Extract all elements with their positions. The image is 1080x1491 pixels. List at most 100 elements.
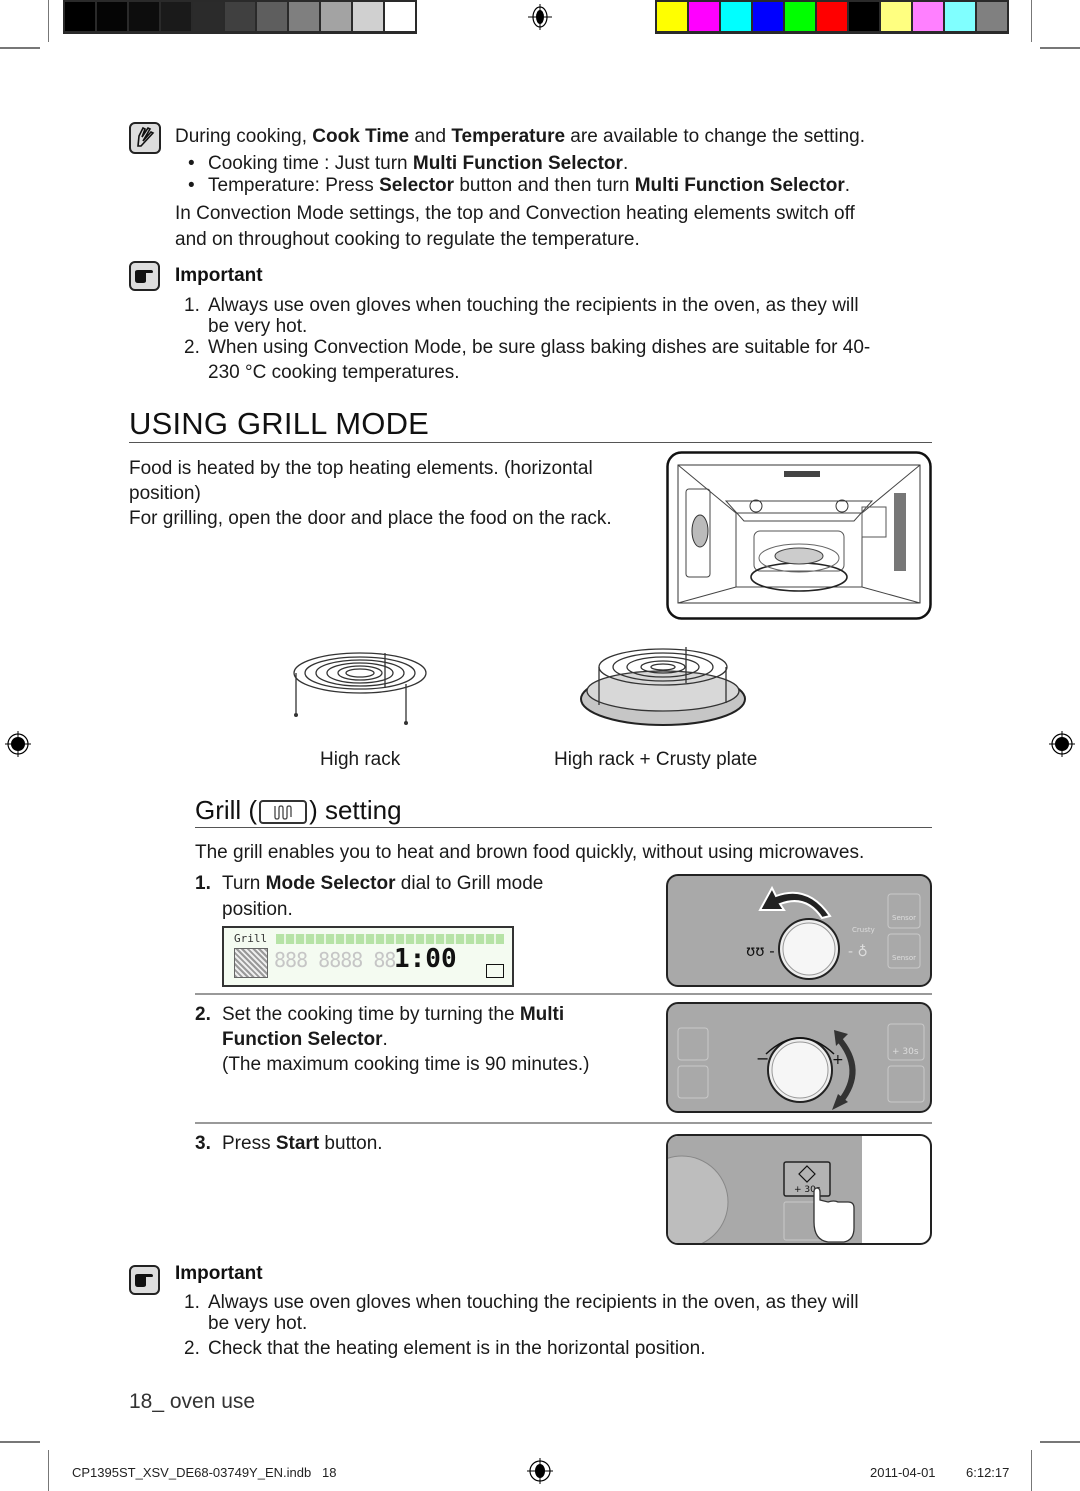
- grayscale-swatch: [385, 2, 415, 31]
- color-swatch: [817, 2, 847, 31]
- important-label: Important: [175, 1263, 263, 1284]
- list-item-line: be very hot.: [208, 1313, 308, 1334]
- lcd-inactive-digits: 888 8888 88: [274, 948, 396, 972]
- lcd-display: Grill 888 8888 88 1:00: [222, 926, 514, 987]
- rack-caption: High rack: [320, 749, 401, 770]
- sensor-label: Sensor: [892, 954, 916, 962]
- grayscale-swatch: [257, 2, 287, 31]
- color-swatch: [849, 2, 879, 31]
- list-item-line: Always use oven gloves when touching the…: [208, 295, 859, 316]
- emphasis: Multi Function Selector: [412, 153, 623, 174]
- oven-interior-illustration: [666, 451, 932, 620]
- subsection-intro: The grill enables you to heat and brown …: [195, 842, 865, 863]
- text: .: [622, 153, 629, 174]
- text: Temperature: Press: [208, 175, 380, 196]
- note-bullet: Temperature: Press Selector button and t…: [188, 174, 850, 197]
- file-name: CP1395ST_XSV_DE68-03749Y_EN.indb 18: [72, 1465, 337, 1480]
- start-button-panel: + 30s: [666, 1134, 932, 1245]
- svg-text:ʊʊ -: ʊʊ -: [746, 942, 775, 960]
- list-item-line: be very hot.: [208, 316, 308, 337]
- text: dial to Grill mode: [395, 873, 544, 894]
- note-intro: During cooking, Cook Time and Temperatur…: [175, 125, 865, 148]
- color-swatch: [657, 2, 687, 31]
- color-swatch: [945, 2, 975, 31]
- step-number: 3.: [195, 1133, 211, 1154]
- grayscale-swatch: [129, 2, 159, 31]
- pointing-hand-icon: [129, 1265, 160, 1295]
- list-number: 2.: [184, 337, 200, 358]
- note-bullet: Cooking time : Just turn Multi Function …: [188, 152, 629, 175]
- step-text: Function Selector.: [222, 1028, 388, 1051]
- emphasis: Function Selector: [222, 1029, 383, 1050]
- emphasis: Temperature: [451, 126, 566, 147]
- high-rack-crusty-plate-illustration: [580, 647, 746, 726]
- mode-selector-panel: ʊʊ - - ♁ Sensor Sensor Crusty: [666, 874, 932, 987]
- registration-mark-icon: [528, 4, 552, 30]
- step-text: Press Start button.: [222, 1132, 383, 1155]
- high-rack-illustration: [293, 652, 427, 725]
- description-line: position): [129, 483, 201, 504]
- crop-mark: [1031, 1450, 1032, 1491]
- list-number: 2.: [184, 1338, 200, 1359]
- text: Grill (: [195, 795, 258, 825]
- crop-mark: [1040, 1441, 1080, 1443]
- list-number: 1.: [184, 295, 200, 316]
- crusty-label: Crusty: [852, 926, 875, 934]
- emphasis: Selector: [379, 175, 455, 196]
- step-number: 1.: [195, 873, 211, 894]
- color-swatch: [785, 2, 815, 31]
- text: button.: [319, 1133, 383, 1154]
- crop-mark: [1040, 47, 1080, 49]
- emphasis: Multi Function Selector: [634, 175, 845, 196]
- color-swatch: [913, 2, 943, 31]
- print-date: 2011-04-01: [870, 1465, 936, 1480]
- lcd-time: 1:00: [394, 944, 457, 974]
- emphasis: Start: [275, 1133, 320, 1154]
- multi-function-selector-panel: − + + 30s: [666, 1002, 932, 1113]
- crop-mark: [48, 0, 49, 42]
- color-swatch: [881, 2, 911, 31]
- crop-mark: [0, 1441, 40, 1443]
- list-item-line: 230 °C cooking temperatures.: [208, 362, 460, 383]
- text: .: [382, 1029, 388, 1050]
- text: Set the cooking time by turning the: [222, 1004, 520, 1025]
- text: Press: [222, 1133, 276, 1154]
- lcd-segment-row: [276, 934, 504, 944]
- lcd-mode-label: Grill: [234, 932, 268, 945]
- emphasis: Mode Selector: [265, 873, 396, 894]
- color-swatch: [689, 2, 719, 31]
- grayscale-swatch: [161, 2, 191, 31]
- subsection-title: Grill ( ) setting: [195, 795, 402, 826]
- multi-function-dial-illustration: − + + 30s: [677, 1023, 925, 1110]
- text: ) setting: [309, 795, 402, 825]
- grayscale-swatch: [97, 2, 127, 31]
- emphasis: Multi: [519, 1004, 565, 1025]
- start-button-illustration: + 30s: [668, 1155, 855, 1243]
- grayscale-swatch: [193, 2, 223, 31]
- grill-symbol-icon: [259, 799, 308, 824]
- rack-caption: High rack + Crusty plate: [554, 749, 758, 770]
- lcd-food-icon: [234, 948, 268, 978]
- text: Turn: [222, 873, 266, 894]
- crop-mark: [48, 1450, 49, 1491]
- grayscale-swatch: [321, 2, 351, 31]
- section-divider: [129, 442, 932, 443]
- list-item-line: Check that the heating element is in the…: [208, 1338, 706, 1359]
- grayscale-swatch: [353, 2, 383, 31]
- note-paragraph-line: and on throughout cooking to regulate th…: [175, 229, 640, 250]
- step-text: Turn Mode Selector dial to Grill mode: [222, 872, 543, 895]
- mode-selector-dial-illustration: ʊʊ - - ♁ Sensor Sensor Crusty: [746, 885, 921, 980]
- emphasis: Cook Time: [312, 126, 410, 147]
- subsection-divider: [195, 827, 932, 828]
- step-divider: [195, 1122, 932, 1124]
- crop-mark: [0, 47, 40, 49]
- page-footer-label: 18_ oven use: [129, 1390, 255, 1414]
- step-note: (The maximum cooking time is 90 minutes.…: [222, 1054, 590, 1075]
- text: During cooking,: [175, 126, 313, 147]
- note-paragraph-line: In Convection Mode settings, the top and…: [175, 203, 855, 224]
- pointing-hand-icon: [129, 261, 160, 291]
- note-pencil-icon: [129, 122, 161, 154]
- text: and: [409, 126, 452, 147]
- lcd-start-indicator: [486, 964, 504, 978]
- svg-text:+ 30s: + 30s: [892, 1047, 919, 1057]
